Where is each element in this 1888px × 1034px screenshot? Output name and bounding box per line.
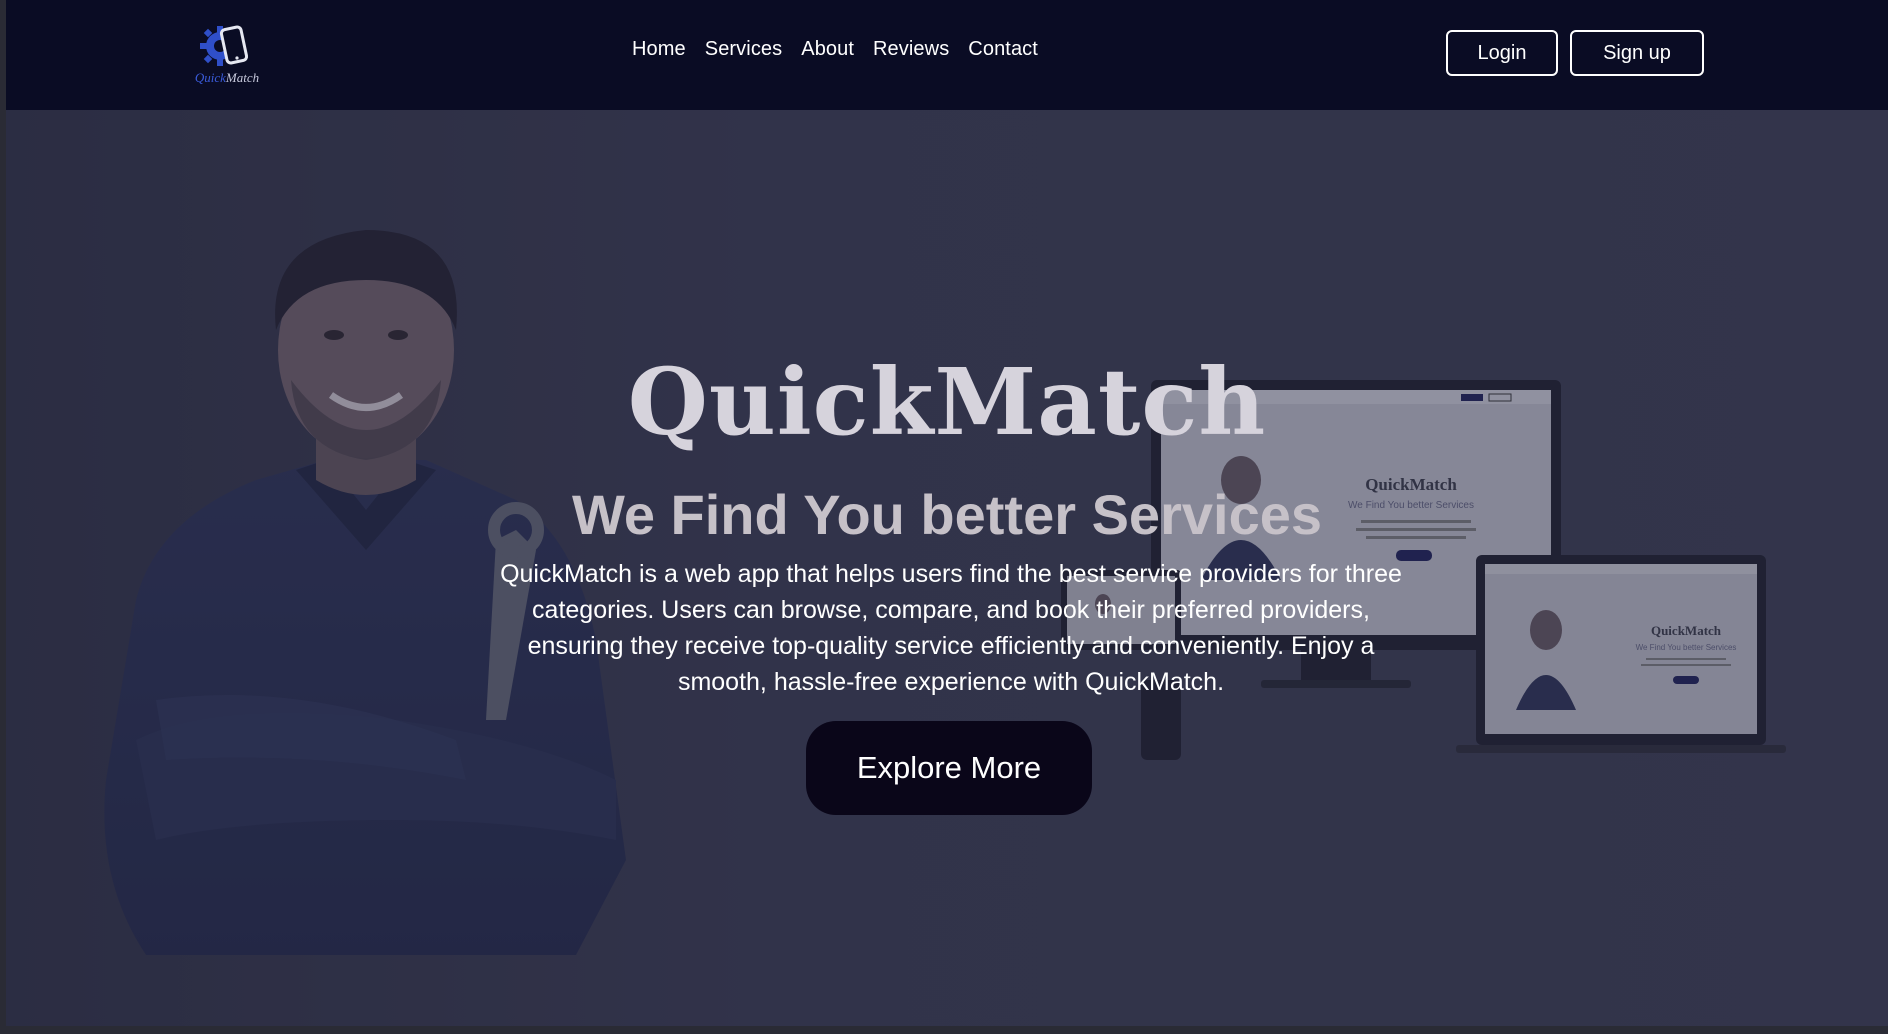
page: QuickMatch Home Services About Reviews C… <box>6 0 1888 1026</box>
navbar: QuickMatch Home Services About Reviews C… <box>6 0 1888 110</box>
login-button[interactable]: Login <box>1446 30 1558 76</box>
logo-text: QuickMatch <box>194 70 260 85</box>
signup-button[interactable]: Sign up <box>1570 30 1704 76</box>
hero-title: QuickMatch <box>627 348 1267 456</box>
nav-reviews[interactable]: Reviews <box>873 38 949 61</box>
nav-services[interactable]: Services <box>705 38 783 61</box>
bottom-strip <box>0 1026 1888 1034</box>
logo[interactable]: QuickMatch <box>182 22 272 88</box>
nav-contact[interactable]: Contact <box>968 38 1038 61</box>
nav-about[interactable]: About <box>801 38 854 61</box>
hero-description: QuickMatch is a web app that helps users… <box>500 560 1402 696</box>
nav-home[interactable]: Home <box>632 38 686 61</box>
hero-subtitle: We Find You better Services <box>571 483 1322 546</box>
nav-links: Home Services About Reviews Contact <box>632 38 1038 61</box>
gear-phone-logo-icon <box>200 25 249 66</box>
explore-more-button[interactable]: Explore More <box>806 721 1092 815</box>
